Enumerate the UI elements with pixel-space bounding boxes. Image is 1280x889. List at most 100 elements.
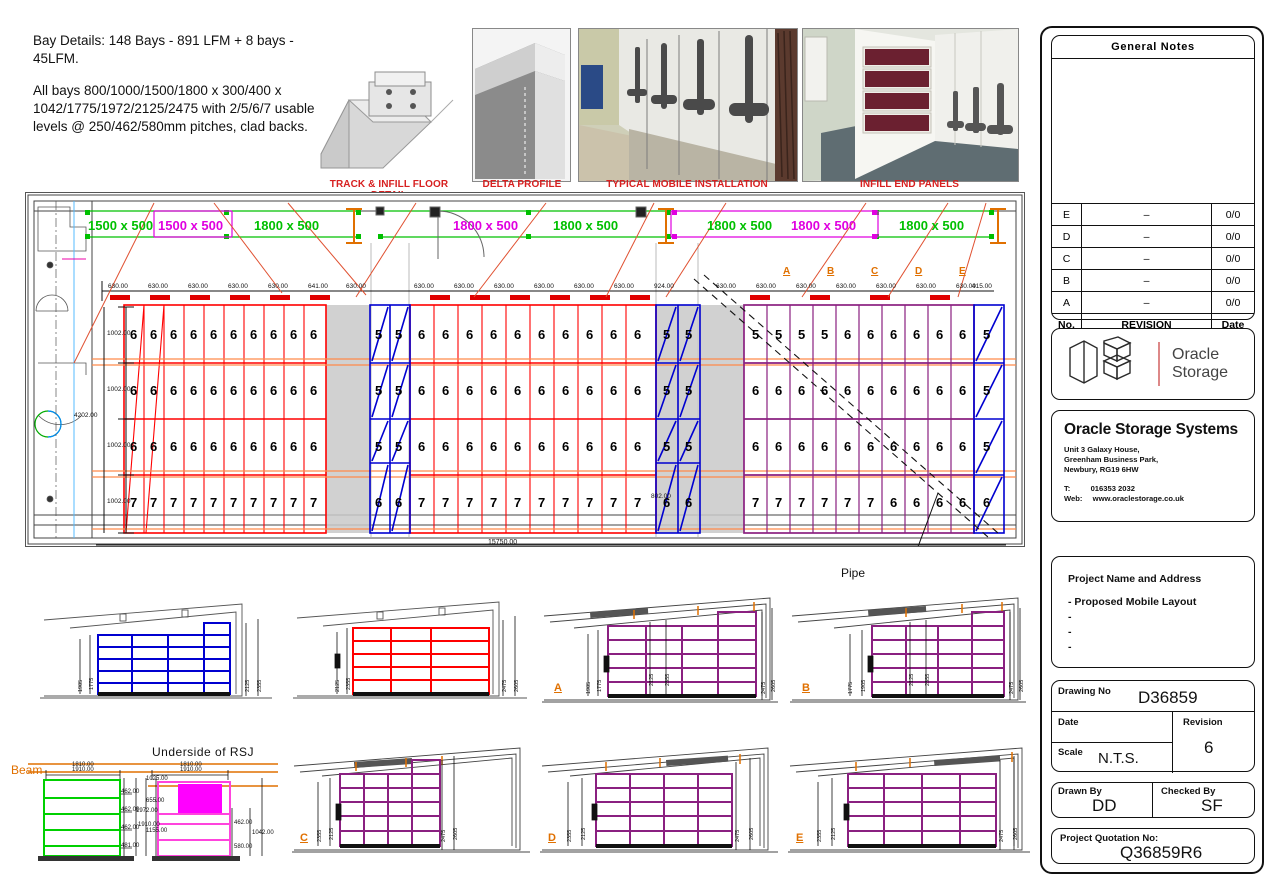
- bay-mid-0-5: 6: [538, 327, 546, 342]
- bay-left-2-5: 6: [230, 439, 238, 454]
- bay-left-2-3: 6: [190, 439, 198, 454]
- elev-a-dim-5: 2605: [771, 679, 777, 692]
- bay-mid-2-8: 6: [610, 439, 618, 454]
- bay-left-1-8: 6: [290, 383, 298, 398]
- bay-mid-2-5: 6: [538, 439, 546, 454]
- elevation-view-blue[interactable]: 1905 1775 2125 2355: [32, 592, 280, 710]
- bay-left-1-6: 6: [250, 383, 258, 398]
- bay-purple-3-4: 7: [844, 495, 852, 510]
- detail-dim-left-5: 481.00: [121, 843, 140, 849]
- elev-d-dim-1: 2125: [581, 827, 587, 840]
- bay-mid-3-1: 7: [442, 495, 450, 510]
- bay-mid-2-7: 6: [586, 439, 594, 454]
- elev-d-dim-3: 2605: [749, 827, 755, 840]
- elevation-view-c[interactable]: C 2355 2125 2475 2605: [290, 742, 538, 860]
- top-dim-2: 630.00: [188, 283, 208, 290]
- pipe-label: Pipe: [841, 566, 866, 580]
- project-panel: Project Name and Address - Proposed Mobi…: [1051, 556, 1255, 668]
- top-dim-16: 630.00: [796, 283, 816, 290]
- bay-left-3-4: 7: [210, 495, 218, 510]
- elevation-view-d[interactable]: D 2355 2125 2475 2605: [538, 742, 786, 860]
- detail-dim-right-4: 1155.00: [146, 828, 168, 834]
- elev-b-dim-1: 1905: [861, 679, 867, 692]
- logo-text-line2: Storage: [1172, 364, 1229, 381]
- bay-left-2-8: 6: [290, 439, 298, 454]
- bay-left-3-3: 7: [190, 495, 198, 510]
- elevation-view-b[interactable]: B 1775 1905 2125 2355 2475 2605: [786, 592, 1034, 710]
- bay-left-3-7: 7: [270, 495, 278, 510]
- logo-text: Oracle Storage: [1172, 346, 1228, 382]
- elev-a-dim-4: 2475: [761, 681, 767, 694]
- main-floor-plan[interactable]: 1500 x 500 1500 x 500 1800 x 500 1800 x …: [25, 192, 1025, 547]
- section-detail-green-magenta[interactable]: 1810.00 1910.00 462.00 462.00 462.00 481…: [28, 756, 278, 868]
- elev-a-dim-2: 2125: [649, 673, 655, 686]
- company-web-value[interactable]: www.oraclestorage.co.uk: [1093, 494, 1184, 503]
- aisle-label-4: 1800 x 500: [553, 218, 619, 233]
- quotation-value: Q36859R6: [1120, 843, 1203, 862]
- revision-date: 0/0: [1225, 230, 1241, 243]
- bay-purple-2-3: 6: [821, 439, 829, 454]
- aisle-label-7: 1800 x 500: [899, 218, 965, 233]
- elev-d-dim-2: 2475: [735, 829, 741, 842]
- bay-purple-2-2: 6: [798, 439, 806, 454]
- bay-purple-end-2: 5: [983, 439, 991, 454]
- bay-purple-0-3: 5: [821, 327, 829, 342]
- company-tel-label: T:: [1064, 484, 1071, 493]
- bay-purple-3-9: 6: [959, 495, 967, 510]
- column-letter-e: E: [959, 266, 966, 277]
- bay-mid-1-5: 6: [538, 383, 546, 398]
- company-address-1: Unit 3 Galaxy House,: [1064, 445, 1140, 454]
- bay-left-3-2: 7: [170, 495, 178, 510]
- top-dim-15: 630.00: [756, 283, 776, 290]
- bay-purple-3-5: 7: [867, 495, 875, 510]
- bay-left-3-0: 7: [130, 495, 138, 510]
- bay-purple-3-6: 6: [890, 495, 898, 510]
- bay-mid-1-9: 6: [634, 383, 642, 398]
- bay-purple-3-2: 7: [798, 495, 806, 510]
- top-dim-3: 630.00: [228, 283, 248, 290]
- bay-blue2-2-0: 5: [663, 439, 671, 454]
- revision-label: Revision: [1183, 717, 1223, 728]
- detail-dim-right-1: 1910.00: [180, 767, 202, 773]
- detail-dim-left-2: 462.00: [121, 789, 140, 795]
- general-notes-body[interactable]: [1052, 58, 1254, 203]
- project-line-3: -: [1068, 626, 1072, 638]
- notes-line-1: Bay Details: 148 Bays - 891 LFM + 8 bays…: [33, 33, 294, 66]
- left-dim-0: 1002.00: [107, 330, 131, 337]
- bay-purple-2-9: 6: [959, 439, 967, 454]
- aisle-label-5: 1800 x 500: [707, 218, 773, 233]
- bay-purple-1-9: 6: [959, 383, 967, 398]
- revision-desc: –: [1082, 204, 1212, 225]
- elevation-label-c: C: [300, 832, 308, 844]
- bay-purple-1-1: 6: [775, 383, 783, 398]
- bay-left-1-4: 6: [210, 383, 218, 398]
- bay-left-2-2: 6: [170, 439, 178, 454]
- bay-mid-0-3: 6: [490, 327, 498, 342]
- general-notes-title: General Notes: [1111, 41, 1195, 53]
- elevation-view-e[interactable]: E 2355 2125 2475 2605: [786, 742, 1034, 860]
- bay-blue2-1-0: 5: [663, 383, 671, 398]
- bay-mid-3-4: 7: [514, 495, 522, 510]
- elev-dim-blue-1: 1775: [89, 677, 95, 690]
- elev-e-dim-0: 2355: [817, 829, 823, 842]
- elevation-view-red[interactable]: 2125 2355 2475 2605: [285, 592, 533, 710]
- revision-desc: –: [1082, 248, 1212, 269]
- revision-date: 0/0: [1225, 296, 1241, 309]
- bay-purple-0-7: 6: [913, 327, 921, 342]
- bay-mid-1-6: 6: [562, 383, 570, 398]
- bay-mid-0-1: 6: [442, 327, 450, 342]
- caption-delta-profile: DELTA PROFILE: [482, 179, 562, 190]
- drawing-no-value: D36859: [1138, 688, 1198, 707]
- bay-purple-0-1: 5: [775, 327, 783, 342]
- bay-left-2-4: 6: [210, 439, 218, 454]
- bay-left-2-1: 6: [150, 439, 158, 454]
- bay-mid-0-2: 6: [466, 327, 474, 342]
- bay-left-3-6: 7: [250, 495, 258, 510]
- elevation-label-d: D: [548, 832, 556, 844]
- bay-left-0-7: 6: [270, 327, 278, 342]
- bay-left-2-9: 6: [310, 439, 318, 454]
- bay-purple-1-0: 6: [752, 383, 760, 398]
- bay-left-3-1: 7: [150, 495, 158, 510]
- elevation-view-a[interactable]: A 1905 1775 2125 2355 2475 2605: [538, 592, 786, 710]
- revision-no: E: [1052, 204, 1082, 225]
